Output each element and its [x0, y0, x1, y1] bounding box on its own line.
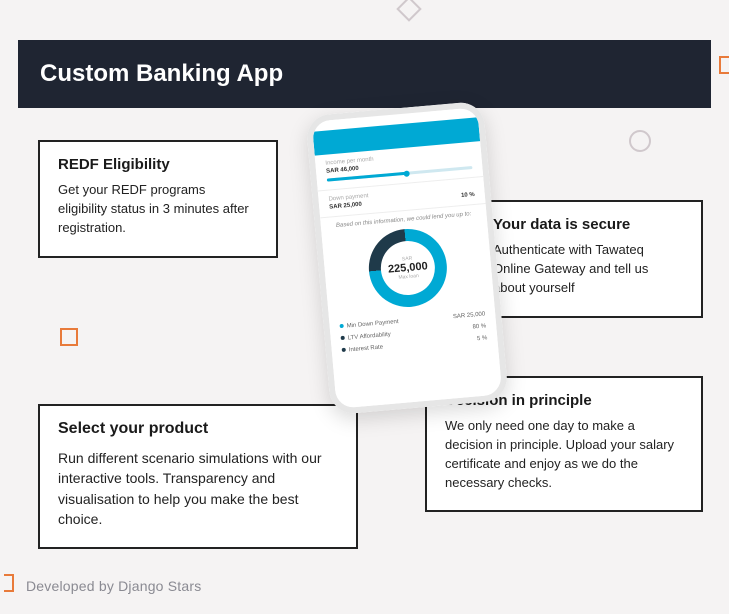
card-heading: REDF Eligibility: [58, 156, 258, 173]
card-redf-eligibility: REDF Eligibility Get your REDF programs …: [38, 140, 278, 258]
donut-subtitle: Max loan: [398, 273, 419, 281]
phone-screen: Income per month SAR 46,000 Down payment…: [312, 107, 502, 408]
title-bar: Custom Banking App: [18, 40, 711, 108]
card-data-secure: Your data is secure Authenticate with Ta…: [473, 200, 703, 318]
slider-thumb-icon[interactable]: [404, 170, 411, 177]
row-value: SAR 25,000: [453, 311, 486, 320]
card-heading: Select your product: [58, 420, 338, 438]
page-title: Custom Banking App: [40, 60, 689, 88]
card-body: Authenticate with Tawateq Online Gateway…: [493, 241, 683, 298]
deco-square-icon: [60, 328, 78, 346]
row-label: Interest Rate: [349, 344, 384, 353]
dot-icon: [342, 348, 346, 352]
card-heading: Your data is secure: [493, 216, 683, 233]
income-value: SAR 46,000: [326, 166, 359, 175]
down-value: SAR 25,000: [329, 202, 362, 211]
row-value: 5 %: [477, 335, 488, 342]
card-select-product: Select your product Run different scenar…: [38, 404, 358, 549]
dot-icon: [341, 336, 345, 340]
phone-mockup: Income per month SAR 46,000 Down payment…: [305, 101, 508, 415]
donut-chart-wrap: SAR 225,000 Max loan: [321, 216, 494, 320]
row-label: LTV Affordability: [348, 332, 391, 342]
dot-icon: [340, 324, 344, 328]
down-percent: 10 %: [461, 192, 475, 199]
card-body: Run different scenario simulations with …: [58, 448, 338, 529]
deco-bracket-bottom-icon: [4, 574, 14, 592]
card-body: Get your REDF programs eligibility statu…: [58, 181, 258, 238]
footer-credit: Developed by Django Stars: [26, 578, 201, 594]
deco-circle-icon: [629, 130, 651, 152]
donut-center: SAR 225,000 Max loan: [379, 239, 438, 298]
card-body: We only need one day to make a decision …: [445, 417, 683, 492]
row-value: 80 %: [472, 323, 486, 330]
deco-bracket-icon: [719, 56, 729, 74]
deco-diamond-icon: [396, 0, 421, 22]
loan-donut-chart: SAR 225,000 Max loan: [366, 226, 451, 311]
